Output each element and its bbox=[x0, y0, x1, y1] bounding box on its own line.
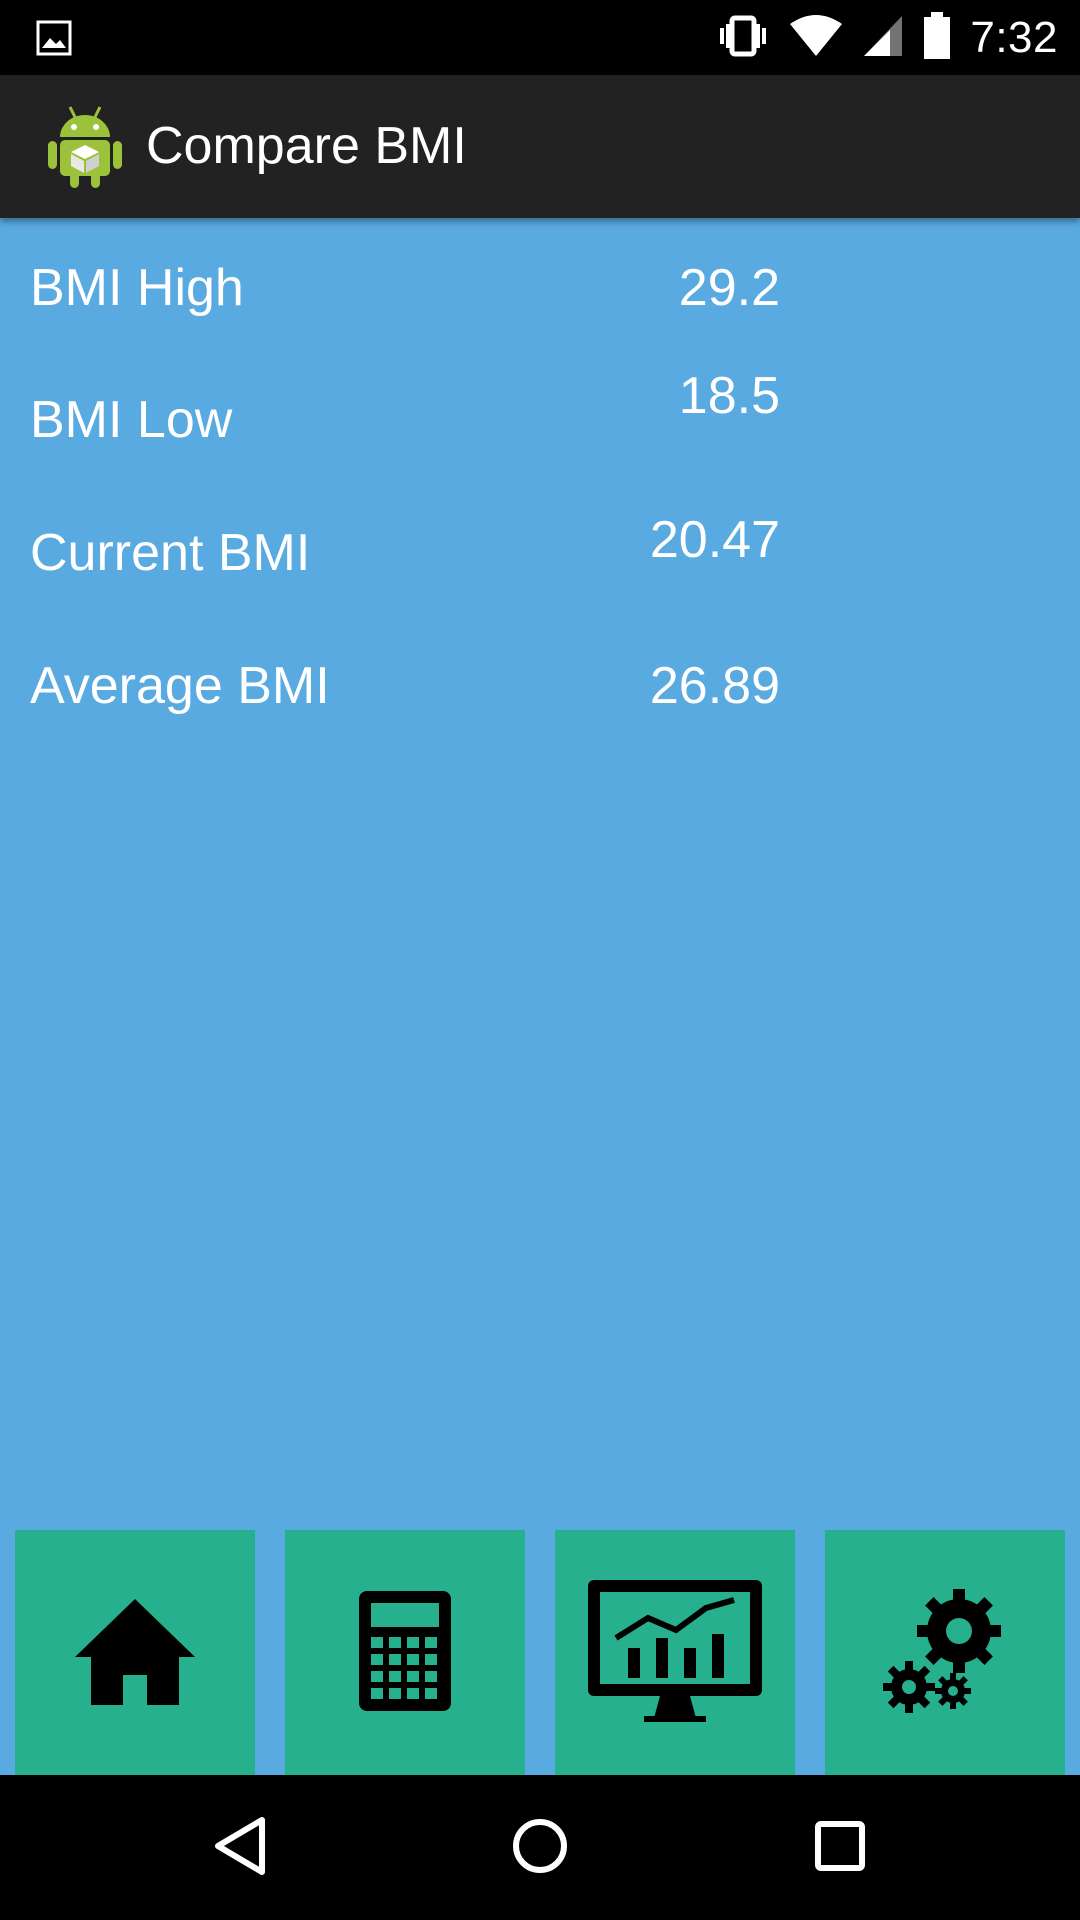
action-bar: Compare BMI bbox=[0, 75, 1080, 218]
calculator-button[interactable] bbox=[285, 1530, 525, 1775]
battery-icon bbox=[922, 11, 952, 64]
chart-button[interactable] bbox=[555, 1530, 795, 1775]
recents-button[interactable] bbox=[760, 1775, 920, 1920]
system-nav-bar bbox=[0, 1775, 1080, 1920]
bmi-high-value: 29.2 bbox=[678, 259, 780, 317]
back-button[interactable] bbox=[160, 1775, 320, 1920]
average-bmi-value: 26.89 bbox=[649, 657, 780, 715]
home-icon bbox=[73, 1595, 197, 1711]
clock: 7:32 bbox=[970, 12, 1058, 62]
home-nav-button[interactable] bbox=[460, 1775, 620, 1920]
home-circle-icon bbox=[510, 1816, 570, 1880]
image-notification-icon bbox=[36, 20, 72, 60]
calculator-icon bbox=[357, 1589, 453, 1717]
bottom-navigation bbox=[0, 1530, 1080, 1775]
android-app-icon bbox=[46, 103, 124, 189]
home-button[interactable] bbox=[15, 1530, 255, 1775]
average-bmi-label: Average BMI bbox=[30, 657, 330, 715]
page-title: Compare BMI bbox=[146, 117, 467, 175]
current-bmi-label: Current BMI bbox=[30, 524, 311, 582]
recents-icon bbox=[814, 1820, 866, 1876]
settings-button[interactable] bbox=[825, 1530, 1065, 1775]
current-bmi-value: 20.47 bbox=[649, 511, 780, 569]
bmi-low-label: BMI Low bbox=[30, 391, 233, 449]
gears-icon bbox=[883, 1588, 1007, 1717]
vibrate-icon bbox=[716, 14, 770, 62]
bmi-high-label: BMI High bbox=[30, 259, 244, 317]
cell-signal-icon bbox=[862, 14, 904, 62]
monitor-chart-icon bbox=[586, 1578, 764, 1728]
back-icon bbox=[212, 1816, 268, 1880]
wifi-icon bbox=[788, 14, 844, 62]
status-bar: 7:32 bbox=[0, 0, 1080, 75]
bmi-low-value: 18.5 bbox=[678, 367, 780, 425]
